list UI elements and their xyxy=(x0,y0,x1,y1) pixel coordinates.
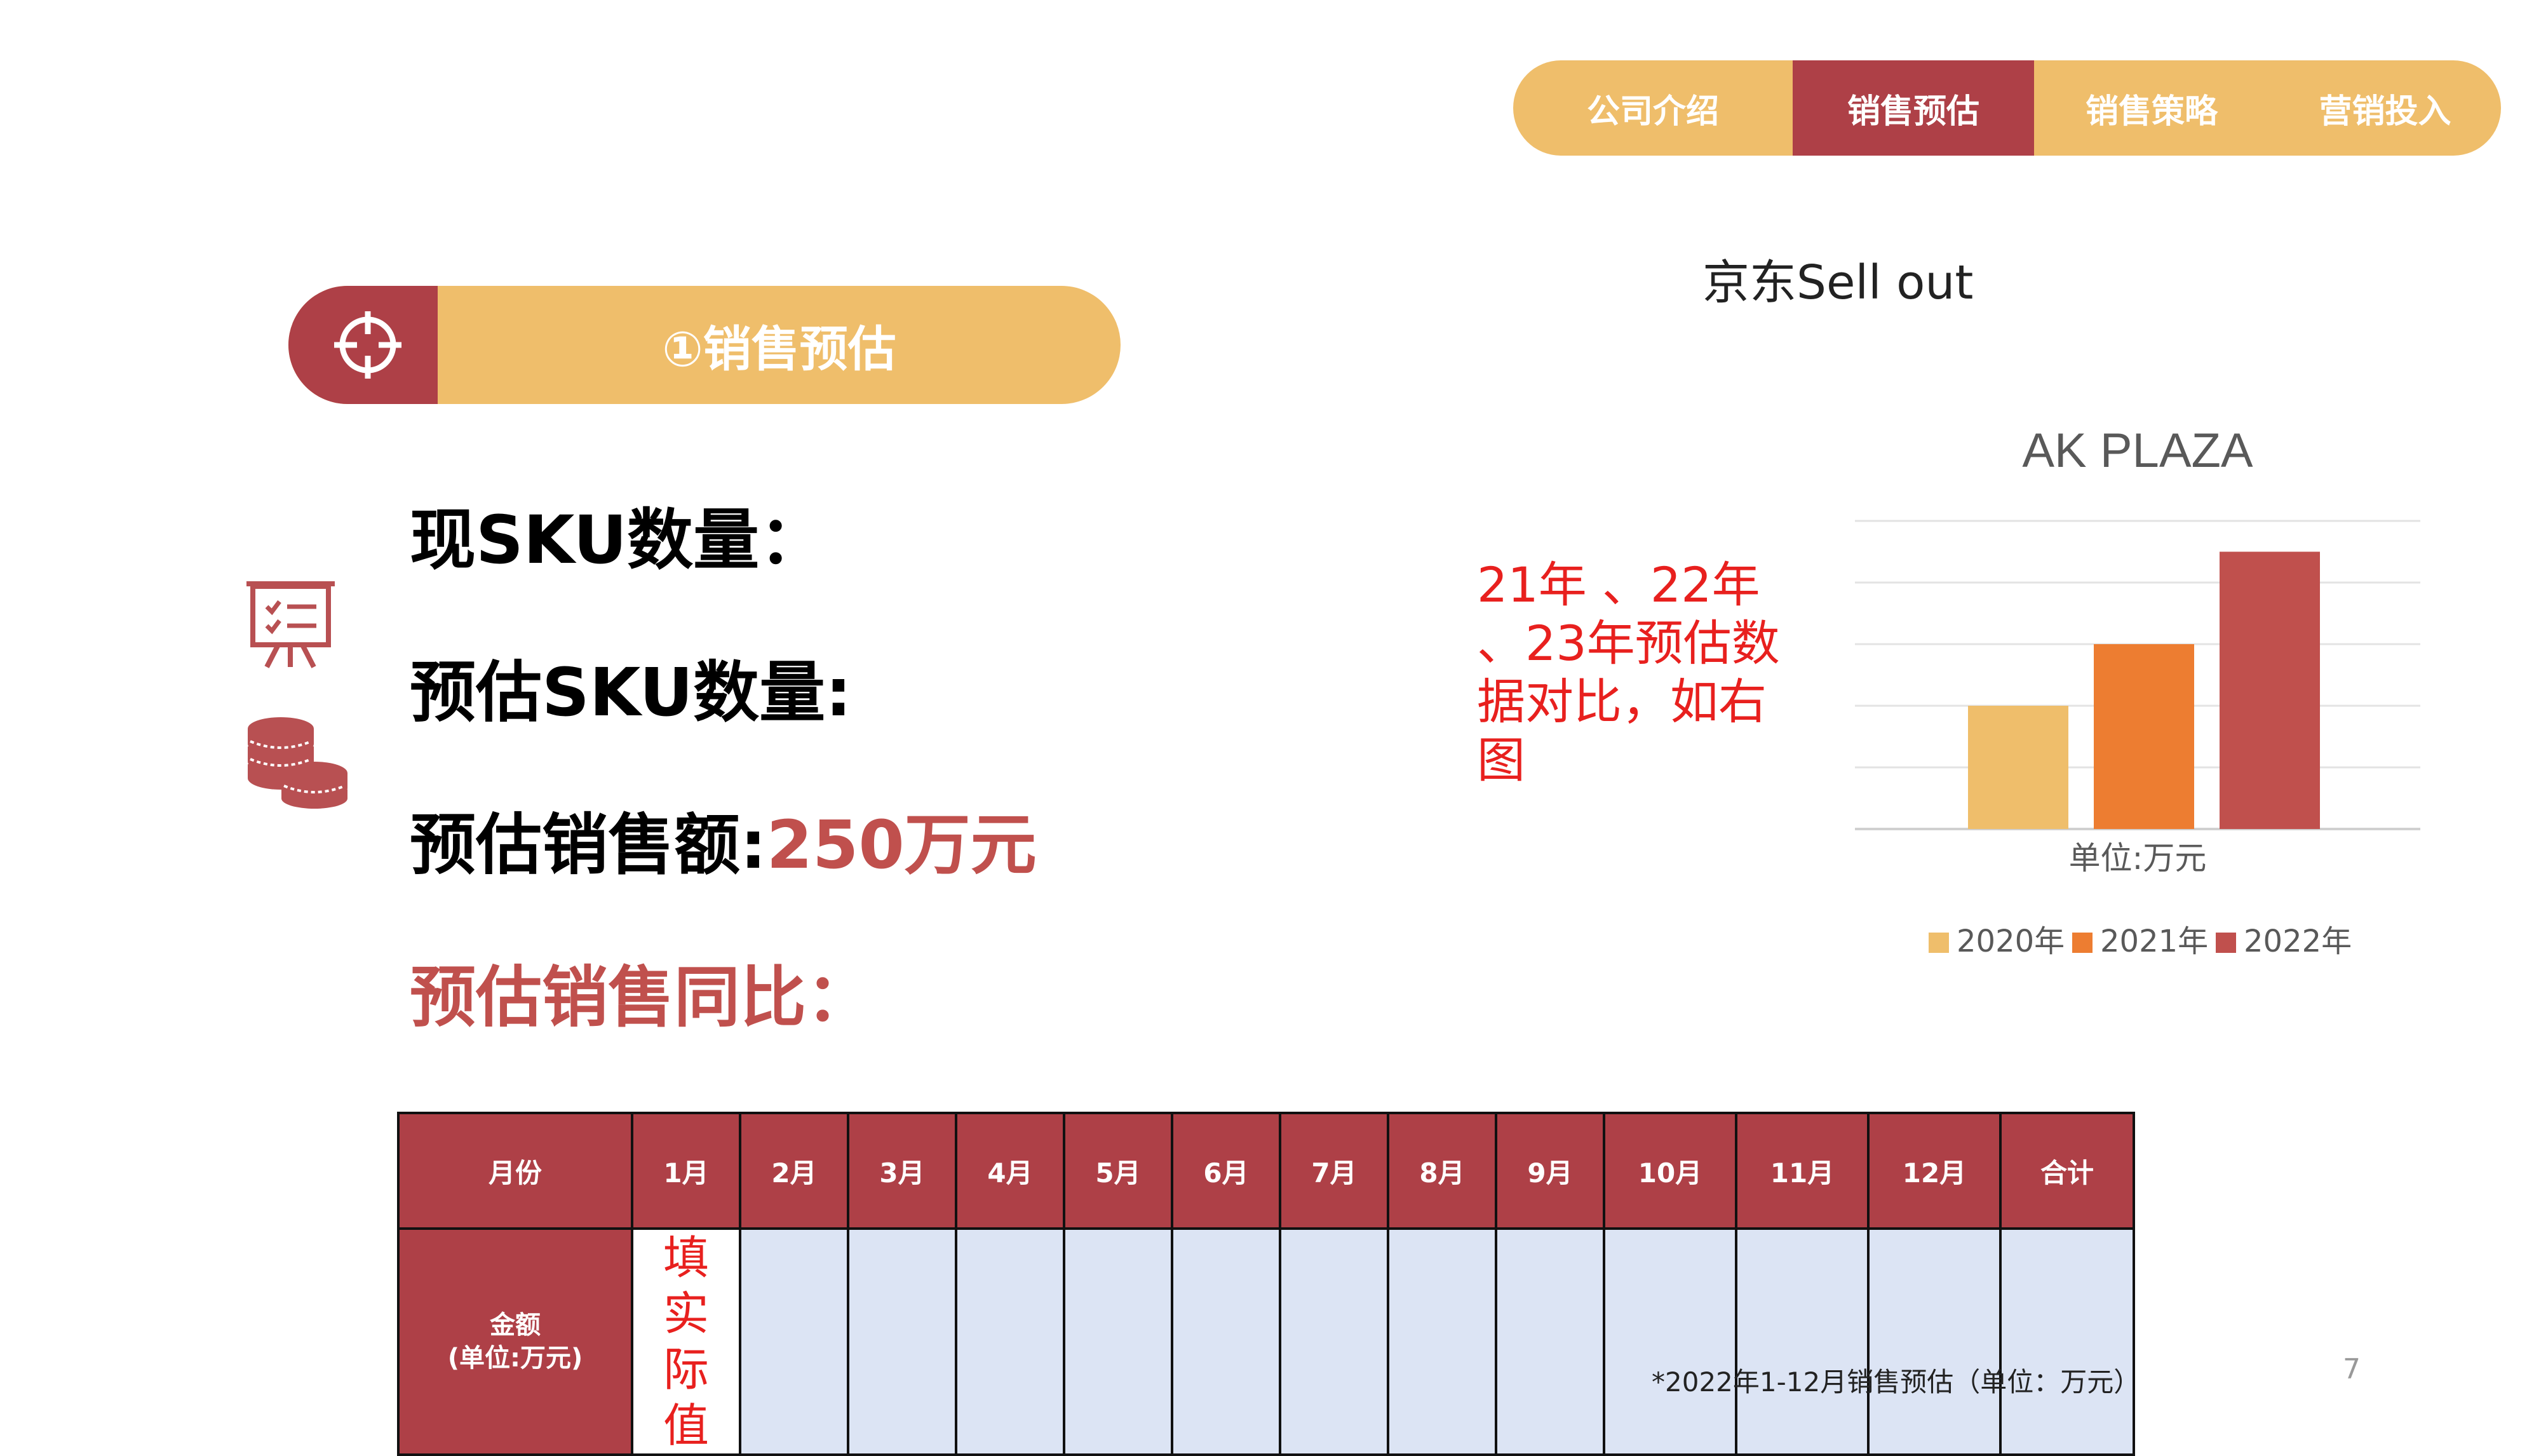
top-nav: 公司介绍 销售预估 销售策略 营销投入 xyxy=(1513,60,2501,156)
amount-cell[interactable] xyxy=(1063,1227,1173,1456)
presentation-board-icon xyxy=(246,581,335,668)
amount-cell[interactable] xyxy=(739,1227,849,1456)
amount-cell[interactable] xyxy=(1735,1227,1870,1456)
amount-cell[interactable] xyxy=(1603,1227,1737,1456)
table-header-cell: 10月 xyxy=(1603,1112,1737,1230)
amount-label-line1: 金额 xyxy=(490,1311,541,1340)
fill-actual-hint: 填实际值 xyxy=(663,1231,709,1452)
amount-cell-total[interactable] xyxy=(1999,1227,2135,1456)
ak-plaza-bar-chart: AK PLAZA 单位:万元 2020年 2021年 2022年 xyxy=(1855,424,2420,959)
amount-cell[interactable] xyxy=(1867,1227,2002,1456)
amount-cell[interactable] xyxy=(1279,1227,1389,1456)
table-header-cell: 9月 xyxy=(1495,1112,1605,1230)
amount-cell[interactable] xyxy=(1387,1227,1497,1456)
chart-bars xyxy=(1968,551,2320,829)
crosshair-icon xyxy=(334,311,401,379)
table-header-cell: 4月 xyxy=(955,1112,1065,1230)
table-header-cell: 2月 xyxy=(739,1112,849,1230)
page-number: 7 xyxy=(2343,1353,2361,1385)
nav-tab-marketing[interactable]: 营销投入 xyxy=(2269,60,2501,156)
estimated-sales-label: 预估销售额: xyxy=(410,806,767,884)
chart-bar-2021年 xyxy=(2094,644,2194,829)
amount-cell[interactable] xyxy=(1495,1227,1605,1456)
table-header-cell: 12月 xyxy=(1867,1112,2002,1230)
section-header: ①销售预估 xyxy=(288,286,1121,404)
chart-bar-2022年 xyxy=(2220,551,2320,829)
amount-cell[interactable] xyxy=(847,1227,957,1456)
table-header-cell: 8月 xyxy=(1387,1112,1497,1230)
nav-tab-company[interactable]: 公司介绍 xyxy=(1513,60,1793,156)
amount-cell-jan[interactable]: 填实际值 xyxy=(631,1227,741,1456)
legend-item: 2022年 xyxy=(2216,924,2352,959)
amount-cell[interactable] xyxy=(955,1227,1065,1456)
estimated-sales-line: 预估销售额:250万元 xyxy=(410,807,1037,883)
coins-icon xyxy=(248,717,347,809)
table-header-cell: 合计 xyxy=(1999,1112,2135,1230)
legend-label: 2022年 xyxy=(2244,924,2352,959)
legend-swatch xyxy=(2216,933,2236,953)
amount-cell[interactable] xyxy=(1171,1227,1281,1456)
legend-swatch xyxy=(2072,933,2093,953)
table-header-cell: 月份 xyxy=(397,1112,633,1230)
table-row: 金额 (单位:万元) 填实际值 xyxy=(397,1227,2135,1456)
chart-legend: 2020年 2021年 2022年 xyxy=(1929,924,2352,959)
estimated-sales-value: 250万元 xyxy=(766,806,1037,884)
table-header-cell: 1月 xyxy=(631,1112,741,1230)
sku-count-label: 现SKU数量： xyxy=(410,501,826,579)
jd-sellout-title: 京东Sell out xyxy=(1702,255,1974,310)
legend-label: 2021年 xyxy=(2100,924,2208,959)
estimated-yoy-label: 预估销售同比： xyxy=(410,959,873,1036)
table-header-cell: 11月 xyxy=(1735,1112,1870,1230)
estimated-sku-label: 预估SKU数量: xyxy=(410,654,852,731)
table-header-row: 月份 1月 2月 3月 4月 5月 6月 7月 8月 9月 10月 11月 12… xyxy=(397,1112,2135,1230)
table-footnote: *2022年1-12月销售预估（单位：万元） xyxy=(1652,1366,2141,1398)
amount-label-line2: (单位:万元) xyxy=(447,1344,583,1373)
nav-tab-sales-forecast[interactable]: 销售预估 xyxy=(1793,60,2034,156)
table-header-cell: 7月 xyxy=(1279,1112,1389,1230)
comparison-note: 21年 、22年 、23年预估数据对比，如右图 xyxy=(1477,556,1780,788)
chart-title: AK PLAZA xyxy=(2022,424,2253,478)
legend-swatch xyxy=(1929,933,1949,953)
table-header-cell: 3月 xyxy=(847,1112,957,1230)
legend-label: 2020年 xyxy=(1957,924,2065,959)
table-header-cell: 6月 xyxy=(1171,1112,1281,1230)
monthly-sales-table: 月份 1月 2月 3月 4月 5月 6月 7月 8月 9月 10月 11月 12… xyxy=(397,1112,2135,1456)
nav-tab-sales-strategy[interactable]: 销售策略 xyxy=(2034,60,2269,156)
table-header-cell: 5月 xyxy=(1063,1112,1173,1230)
amount-row-label: 金额 (单位:万元) xyxy=(397,1227,633,1456)
chart-x-label: 单位:万元 xyxy=(2069,840,2207,877)
section-title: ①销售预估 xyxy=(662,321,896,377)
legend-item: 2020年 xyxy=(1929,924,2065,959)
legend-item: 2021年 xyxy=(2072,924,2208,959)
section-icon-box xyxy=(288,286,438,404)
chart-bar-2020年 xyxy=(1968,706,2068,829)
